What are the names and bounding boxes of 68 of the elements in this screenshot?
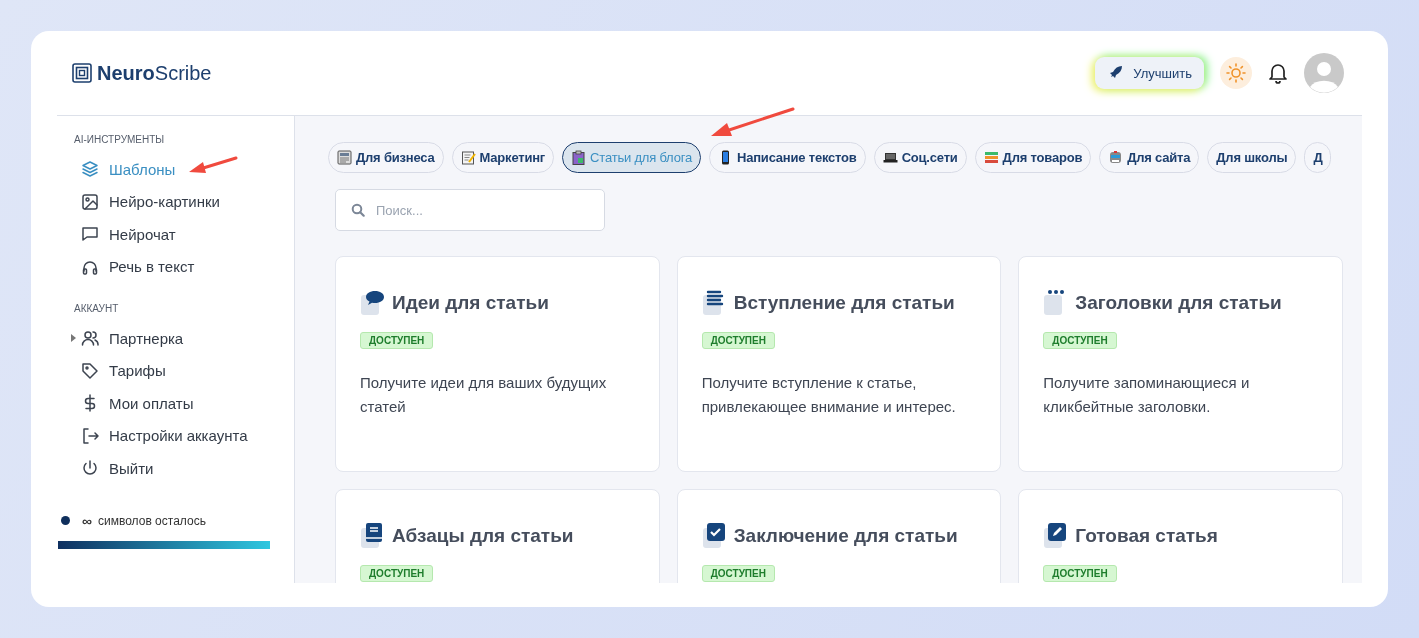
chat-icon: [81, 225, 99, 244]
section-heading: АККАУНТ: [73, 303, 120, 314]
image-icon: [81, 192, 99, 211]
books-icon: [983, 150, 999, 165]
category-tab[interactable]: Для товаров: [974, 142, 1092, 173]
layers-icon: [81, 160, 99, 179]
status-badge: ДОСТУПЕН: [701, 332, 775, 349]
sidebar-item[interactable]: Нейрочат: [57, 218, 294, 251]
template-card[interactable]: Идеи для статьи ДОСТУПЕН Получите идеи для ваших будущих статей: [335, 256, 660, 472]
clipboard-icon: [571, 150, 587, 165]
users-icon: [81, 329, 99, 348]
status-badge: ДОСТУПЕН: [1043, 332, 1117, 349]
card-title: Абзацы для статьи: [392, 525, 574, 547]
sidebar-item[interactable]: Шаблоны: [57, 153, 294, 186]
status-badge: ДОСТУПЕН: [360, 565, 434, 582]
category-tab[interactable]: Д: [1304, 142, 1332, 173]
card-title: Идеи для статьи: [392, 292, 549, 314]
theme-toggle-button[interactable]: [1220, 57, 1252, 89]
logout-icon: [81, 426, 99, 445]
card-description: Получите идеи для ваших будущих статей: [360, 373, 608, 417]
tag-icon: [81, 361, 99, 380]
power-icon: [81, 459, 99, 478]
card-title: Вступление для статьи: [733, 292, 955, 314]
logo-text[interactable]: NeuroScribe: [97, 61, 212, 85]
category-tab[interactable]: Для бизнеса: [328, 142, 444, 173]
sidebar-item[interactable]: Речь в текст: [57, 250, 294, 283]
card-title: Заключение для статьи: [733, 525, 958, 547]
search-field[interactable]: Поиск...: [335, 189, 605, 231]
notepad-icon: [460, 150, 476, 165]
sidebar-item[interactable]: Нейро-картинки: [57, 185, 294, 218]
caret-icon: [71, 334, 76, 343]
card-description: Получите вступление к статье, привлекающее внимание и интерес.: [701, 373, 957, 417]
symbols-left-label: символов осталось: [98, 513, 206, 528]
checkbox-icon: [701, 522, 728, 550]
robot-icon: [1108, 150, 1124, 165]
status-badge: ДОСТУПЕН: [360, 332, 434, 349]
category-tab[interactable]: Написание текстов: [708, 142, 866, 173]
template-card[interactable]: Заголовки для статьи ДОСТУПЕН Получите запоминающиеся и кликбейтные заголовки.: [1018, 256, 1343, 472]
annotation-arrow: [188, 156, 238, 176]
category-tab[interactable]: Маркетинг: [451, 142, 555, 173]
card-title: Готовая статья: [1075, 525, 1218, 547]
template-card[interactable]: Вступление для статьи ДОСТУПЕН Получите вступление к статье, привлекающее внимание и интерес.: [676, 256, 1002, 472]
sidebar-item[interactable]: Тарифы: [57, 354, 294, 387]
section-heading: AI-ИНСТРУМЕНТЫ: [73, 134, 166, 145]
upgrade-button[interactable]: Улучшить: [1095, 57, 1204, 89]
status-badge: ДОСТУПЕН: [1043, 565, 1117, 582]
category-tab[interactable]: Для сайта: [1099, 142, 1200, 173]
template-card[interactable]: Абзацы для статьи ДОСТУПЕН: [335, 489, 660, 583]
sidebar-item[interactable]: Настройки аккаунта: [57, 419, 294, 452]
avatar-icon[interactable]: [1304, 53, 1344, 93]
sidebar-item[interactable]: Партнерка: [57, 322, 294, 355]
logo-icon: [72, 63, 92, 83]
newspaper-icon: [337, 150, 352, 165]
category-tab[interactable]: Для школы: [1207, 142, 1297, 173]
symbols-count: ∞: [82, 512, 92, 529]
template-card[interactable]: Заключение для статьи ДОСТУПЕН: [676, 489, 1002, 583]
sidebar-item[interactable]: Выйти: [57, 452, 294, 485]
laptop-icon: [882, 150, 898, 165]
category-tab[interactable]: Соц.сети: [873, 142, 967, 173]
card-title: Заголовки для статьи: [1075, 292, 1282, 314]
card-description: Получите запоминающиеся и кликбейтные заголовки.: [1043, 373, 1251, 417]
bell-icon[interactable]: [1268, 62, 1288, 84]
speech-bubble-icon: [360, 289, 386, 317]
sidebar-item[interactable]: Мои оплаты: [57, 387, 294, 420]
status-dot-icon: [61, 516, 70, 525]
status-badge: ДОСТУПЕН: [701, 565, 775, 582]
template-card[interactable]: Готовая статья ДОСТУПЕН: [1018, 489, 1343, 583]
search-icon: [351, 203, 365, 217]
